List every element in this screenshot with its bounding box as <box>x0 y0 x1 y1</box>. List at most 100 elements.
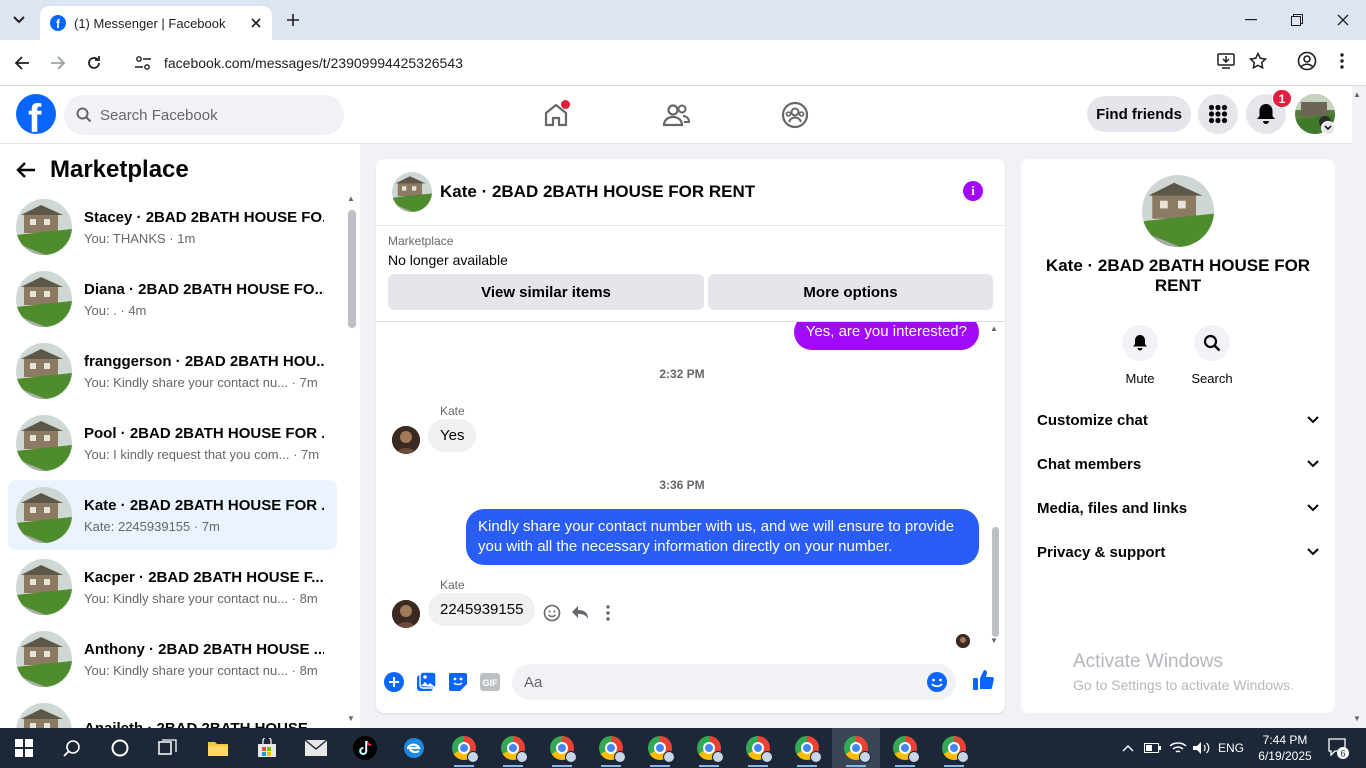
sidebar-scrollbar[interactable] <box>348 210 356 328</box>
chrome-taskbar-icon[interactable] <box>587 728 635 768</box>
thumbs-up-icon[interactable] <box>972 669 994 691</box>
restore-button[interactable] <box>1274 0 1320 40</box>
chat-members-section[interactable]: Chat members <box>1037 446 1319 482</box>
chrome-taskbar-icon[interactable] <box>636 728 684 768</box>
taskbar-search-button[interactable] <box>48 728 96 768</box>
search-input[interactable] <box>100 106 320 124</box>
conversation-item[interactable]: Kacper · 2BAD 2BATH HOUSE F... You: Kindl… <box>8 552 337 622</box>
react-emoji-icon[interactable] <box>540 601 564 625</box>
file-explorer-taskbar-icon[interactable] <box>194 728 242 768</box>
photo-icon[interactable] <box>415 671 437 693</box>
chat-info-icon[interactable]: i <box>963 181 983 201</box>
home-nav-button[interactable] <box>540 99 572 131</box>
message-input[interactable] <box>524 673 904 691</box>
start-button[interactable] <box>0 728 48 768</box>
conversation-item[interactable]: Kate · 2BAD 2BATH HOUSE FOR ... Kate: 224… <box>8 480 337 550</box>
forward-button[interactable] <box>46 51 70 75</box>
profile-icon[interactable] <box>1295 49 1319 73</box>
message-input-box[interactable] <box>512 664 956 700</box>
conversation-item[interactable]: Anthony · 2BAD 2BATH HOUSE ... You: Kindl… <box>8 624 337 694</box>
sticker-icon[interactable] <box>447 671 469 693</box>
new-tab-button[interactable] <box>282 8 304 32</box>
chrome-taskbar-icon-active[interactable] <box>832 728 880 768</box>
chrome-taskbar-icon[interactable] <box>881 728 929 768</box>
chat-header[interactable]: Kate · 2BAD 2BATH HOUSE FOR RENT i <box>376 159 1005 226</box>
minimize-button[interactable] <box>1228 0 1274 40</box>
arrow-left-icon <box>14 56 29 70</box>
task-view-button[interactable] <box>144 728 192 768</box>
friends-nav-button[interactable] <box>660 99 692 131</box>
sender-avatar[interactable] <box>392 426 420 454</box>
privacy-support-section[interactable]: Privacy & support <box>1037 534 1319 570</box>
conversation-avatar[interactable] <box>1142 175 1214 247</box>
tab-search-button[interactable] <box>6 8 32 32</box>
chrome-taskbar-icon[interactable] <box>685 728 733 768</box>
thread-scroll-up[interactable]: ▲ <box>990 324 998 333</box>
volume-icon[interactable] <box>1190 728 1212 768</box>
page-scroll-down-arrow[interactable]: ▼ <box>1353 714 1361 723</box>
language-indicator[interactable]: ENG <box>1214 728 1248 768</box>
address-bar[interactable]: facebook.com/messages/t/2390999442532654… <box>122 46 1282 80</box>
sidebar-scroll-up[interactable]: ▲ <box>347 194 355 203</box>
chrome-taskbar-icon[interactable] <box>783 728 831 768</box>
conversation-name: Stacey · 2BAD 2BATH HOUSE FO... <box>84 208 324 226</box>
more-options-button[interactable]: More options <box>708 274 993 310</box>
chat-avatar[interactable] <box>392 172 432 212</box>
mute-button[interactable]: Mute <box>1110 325 1170 386</box>
groups-nav-button[interactable] <box>779 99 811 131</box>
conversation-item[interactable]: franggerson · 2BAD 2BATH HOU... You: Kind… <box>8 336 337 406</box>
install-app-icon[interactable] <box>1214 49 1238 73</box>
menu-button[interactable] <box>1198 94 1238 134</box>
action-center-button[interactable]: 6 <box>1320 728 1356 768</box>
close-tab-icon[interactable] <box>246 13 266 33</box>
reply-icon[interactable] <box>568 601 592 625</box>
account-caret[interactable] <box>1321 121 1335 135</box>
wifi-icon[interactable] <box>1166 728 1190 768</box>
battery-icon[interactable] <box>1142 728 1164 768</box>
chrome-taskbar-icon[interactable] <box>734 728 782 768</box>
conversation-item[interactable]: Stacey · 2BAD 2BATH HOUSE FO... You: THAN… <box>8 192 337 262</box>
outgoing-message[interactable]: Kindly share your contact number with us… <box>466 509 979 565</box>
plus-circle-icon[interactable] <box>383 671 405 693</box>
browser-tab-messenger[interactable]: f (1) Messenger | Facebook <box>40 6 272 40</box>
system-clock[interactable]: 7:44 PM 6/19/2025 <box>1256 732 1314 764</box>
thread-scrollbar[interactable] <box>992 527 999 637</box>
bookmark-star-icon[interactable] <box>1246 49 1270 73</box>
facebook-search[interactable] <box>64 95 344 135</box>
chrome-taskbar-icon[interactable] <box>930 728 978 768</box>
chrome-taskbar-icon[interactable] <box>440 728 488 768</box>
gif-icon[interactable]: GIF <box>479 671 501 693</box>
mail-taskbar-icon[interactable] <box>292 728 340 768</box>
show-hidden-icons[interactable] <box>1118 728 1138 768</box>
search-in-conversation-button[interactable]: Search <box>1182 325 1242 386</box>
find-friends-button[interactable]: Find friends <box>1087 96 1191 132</box>
back-arrow-icon[interactable] <box>16 161 36 179</box>
page-scroll-up-arrow[interactable]: ▲ <box>1353 90 1361 99</box>
incoming-message[interactable]: 2245939155 <box>428 593 536 626</box>
view-similar-items-button[interactable]: View similar items <box>388 274 704 310</box>
cortana-button[interactable] <box>96 728 144 768</box>
browser-menu-icon[interactable] <box>1330 49 1354 73</box>
more-actions-icon[interactable] <box>596 601 620 625</box>
chrome-taskbar-icon[interactable] <box>489 728 537 768</box>
outgoing-message[interactable]: Yes, are you interested? <box>793 322 979 350</box>
reload-button[interactable] <box>82 51 106 75</box>
tiktok-taskbar-icon[interactable] <box>341 728 389 768</box>
emoji-icon[interactable] <box>926 671 948 693</box>
sender-avatar[interactable] <box>392 600 420 628</box>
close-window-button[interactable] <box>1320 0 1366 40</box>
customize-chat-section[interactable]: Customize chat <box>1037 402 1319 438</box>
conversation-item[interactable]: Diana · 2BAD 2BATH HOUSE FO... You: . · 4… <box>8 264 337 334</box>
microsoft-store-taskbar-icon[interactable] <box>243 728 291 768</box>
conversation-item[interactable]: Anaileth · 2BAD 2BATH HOUSE ... <box>8 696 337 728</box>
facebook-logo[interactable]: f <box>16 94 56 134</box>
sidebar-scroll-down[interactable]: ▼ <box>347 714 355 723</box>
edge-taskbar-icon[interactable] <box>390 728 438 768</box>
incoming-message[interactable]: Yes <box>428 419 477 452</box>
conversation-text: Kate · 2BAD 2BATH HOUSE FOR ... Kate: 224… <box>84 497 324 534</box>
back-button[interactable] <box>10 51 34 75</box>
thread-scroll-down[interactable]: ▼ <box>990 636 998 645</box>
chrome-taskbar-icon[interactable] <box>538 728 586 768</box>
media-files-links-section[interactable]: Media, files and links <box>1037 490 1319 526</box>
conversation-item[interactable]: Pool · 2BAD 2BATH HOUSE FOR ... You: I ki… <box>8 408 337 478</box>
